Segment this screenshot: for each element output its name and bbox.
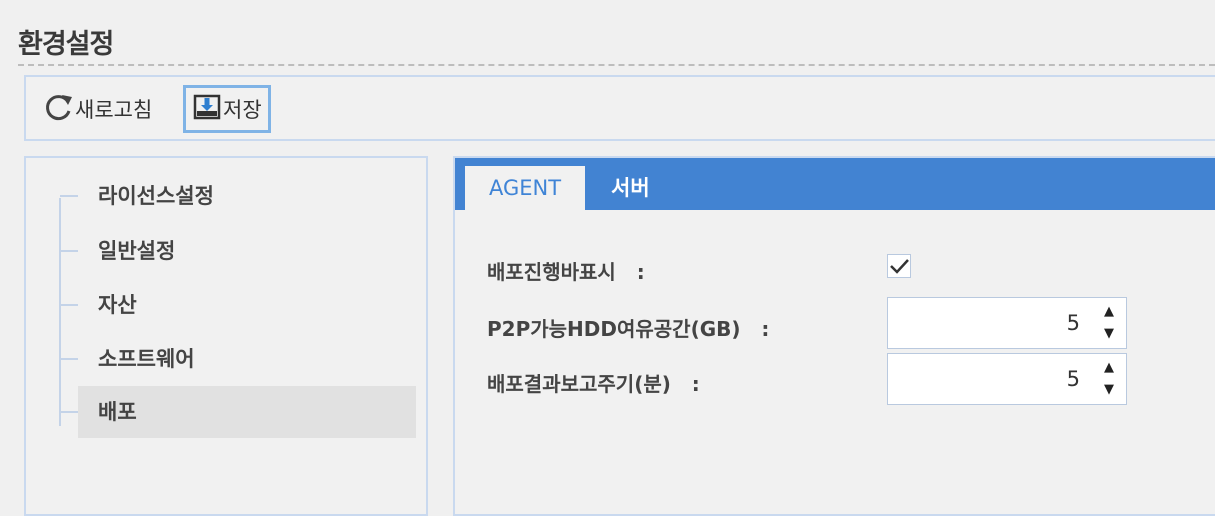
save-label: 저장 xyxy=(223,98,262,122)
tab-agent[interactable]: AGENT xyxy=(465,166,585,210)
report-interval-label: 배포결과보고주기(분) : xyxy=(487,372,700,396)
decrement-icon[interactable]: ▼ xyxy=(1102,327,1116,341)
increment-icon[interactable]: ▲ xyxy=(1102,361,1116,375)
check-icon xyxy=(890,259,909,274)
title-divider xyxy=(18,64,1215,66)
tree-item-label: 일반설정 xyxy=(98,239,176,263)
save-icon xyxy=(192,92,223,127)
tree-item-label: 소프트웨어 xyxy=(98,347,195,371)
tree-item-label: 라이선스설정 xyxy=(98,184,214,208)
increment-icon[interactable]: ▲ xyxy=(1102,305,1116,319)
tab-bar: AGENT 서버 xyxy=(455,158,1215,210)
tree-item-software[interactable]: 소프트웨어 xyxy=(60,333,416,385)
tree-item-label: 배포 xyxy=(78,386,416,438)
save-button[interactable]: 저장 xyxy=(183,85,271,133)
decrement-icon[interactable]: ▼ xyxy=(1102,383,1116,397)
report-interval-stepper[interactable]: 5 ▲ ▼ xyxy=(887,353,1127,405)
toolbar: 새로고침 저장 xyxy=(24,75,1215,141)
settings-tree: 라이선스설정 일반설정 자산 소프트웨어 배포 xyxy=(24,156,428,516)
page-title: 환경설정 xyxy=(18,29,114,60)
refresh-button[interactable]: 새로고침 xyxy=(44,85,152,133)
show-progress-label: 배포진행바표시 : xyxy=(487,260,645,284)
settings-content: AGENT 서버 배포진행바표시 : P2P가능HDD여유공간(GB) : 5 … xyxy=(453,156,1215,516)
tree-item-assets[interactable]: 자산 xyxy=(60,279,416,331)
p2p-hdd-space-label: P2P가능HDD여유공간(GB) : xyxy=(487,317,770,341)
tree-item-deploy[interactable]: 배포 xyxy=(60,386,416,438)
tab-server[interactable]: 서버 xyxy=(611,166,650,210)
refresh-icon xyxy=(44,92,75,127)
p2p-hdd-space-stepper[interactable]: 5 ▲ ▼ xyxy=(887,297,1127,349)
show-progress-checkbox[interactable] xyxy=(887,254,911,278)
tree-item-general[interactable]: 일반설정 xyxy=(60,225,416,277)
stepper-value: 5 xyxy=(1066,311,1080,335)
refresh-label: 새로고침 xyxy=(75,98,153,122)
tree-item-label: 자산 xyxy=(98,293,137,317)
stepper-value: 5 xyxy=(1066,367,1080,391)
tree-item-license[interactable]: 라이선스설정 xyxy=(60,170,416,222)
